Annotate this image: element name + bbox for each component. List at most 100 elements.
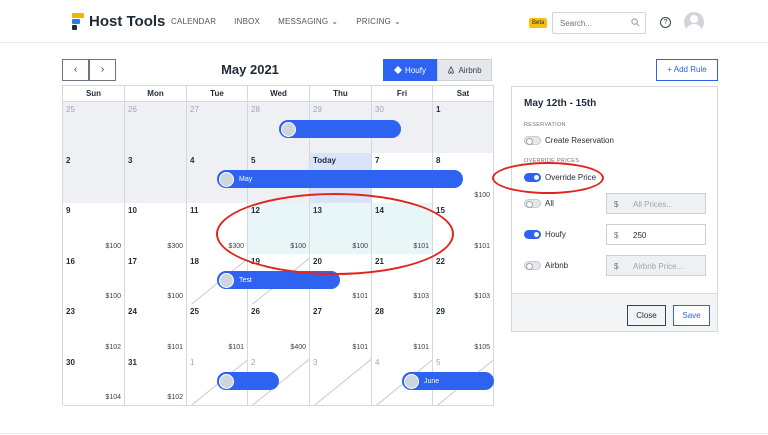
highlight-override-price xyxy=(492,162,604,194)
houfy-toggle[interactable] xyxy=(524,230,541,239)
calendar-day-cell[interactable]: 27 $101 xyxy=(310,304,372,356)
day-number: 9 xyxy=(66,206,71,215)
calendar-day-cell[interactable]: 16 $100 xyxy=(63,253,125,305)
calendar-day-cell[interactable]: 26 xyxy=(125,102,187,154)
all-price-input[interactable]: $ All Prices... xyxy=(606,193,706,214)
calendar-day-cell[interactable]: 9 $100 xyxy=(63,203,125,255)
day-number: 3 xyxy=(313,357,318,367)
calendar-day-cell[interactable]: 25 xyxy=(63,102,125,154)
calendar-day-cell[interactable]: 2 xyxy=(63,152,125,204)
weekday-header: Thu xyxy=(310,86,372,102)
tab-houfy[interactable]: Houfy xyxy=(383,59,437,81)
save-button[interactable]: Save xyxy=(673,305,710,326)
day-number: 31 xyxy=(128,357,137,367)
day-number: 30 xyxy=(375,105,384,114)
reservation-section-label: RESERVATION xyxy=(524,122,566,128)
day-number: 23 xyxy=(66,307,75,316)
reservation-bar[interactable] xyxy=(217,372,279,390)
calendar-day-cell[interactable]: 3 xyxy=(310,354,372,406)
houfy-label: Houfy xyxy=(545,230,566,239)
day-price: $100 xyxy=(474,192,490,199)
all-label: All xyxy=(545,199,554,208)
day-price: $100 xyxy=(105,242,121,250)
day-number: 4 xyxy=(190,155,195,165)
next-month-button[interactable]: › xyxy=(89,59,116,81)
guest-name: Test xyxy=(239,276,252,284)
day-number: 1 xyxy=(190,357,195,367)
help-icon[interactable]: ? xyxy=(660,17,671,28)
airbnb-price-input[interactable]: $ Airbnb Price... xyxy=(606,255,706,276)
create-reservation-toggle[interactable] xyxy=(524,136,541,145)
panel-footer: Close Save xyxy=(512,293,717,331)
day-price: $300 xyxy=(167,242,183,250)
all-toggle[interactable] xyxy=(524,199,541,208)
day-number: 28 xyxy=(251,105,260,114)
calendar-day-cell[interactable]: 28 $101 xyxy=(372,304,433,356)
day-number: 28 xyxy=(375,307,384,316)
guest-name: June xyxy=(424,377,440,385)
calendar-day-cell[interactable]: 22 $103 xyxy=(433,253,494,305)
calendar-day-cell[interactable]: 17 $100 xyxy=(125,253,187,305)
nav-inbox[interactable]: INBOX xyxy=(234,17,260,26)
host-tools-logo[interactable]: Host Tools xyxy=(72,13,165,30)
day-number: 2 xyxy=(66,155,71,165)
calendar-day-cell[interactable]: 27 xyxy=(187,102,248,154)
calendar-day-cell[interactable]: 25 $101 xyxy=(187,304,248,356)
calendar-day-cell[interactable]: 10 $300 xyxy=(125,203,187,255)
add-rule-button[interactable]: + Add Rule xyxy=(656,59,718,81)
houfy-icon xyxy=(394,66,403,74)
day-price: $101 xyxy=(352,293,368,300)
search-input[interactable]: Search... xyxy=(552,12,646,34)
airbnb-label: Airbnb xyxy=(545,261,569,270)
calendar-day-cell[interactable]: 30 $104 xyxy=(63,354,125,406)
calendar-day-cell[interactable]: 23 $102 xyxy=(63,304,125,356)
reservation-bar[interactable] xyxy=(279,120,401,138)
day-number: 29 xyxy=(313,105,322,114)
logo-mark-icon xyxy=(72,13,84,30)
houfy-price-input[interactable]: $250 xyxy=(606,224,706,245)
panel-title: May 12th - 15th xyxy=(524,98,597,109)
reservation-bar[interactable]: May xyxy=(217,170,463,188)
weekday-header: Wed xyxy=(248,86,310,102)
close-button[interactable]: Close xyxy=(627,305,666,326)
weekday-header: Fri xyxy=(372,86,433,102)
day-price: $105 xyxy=(474,343,490,351)
day-number: 27 xyxy=(313,307,322,316)
calendar-day-cell[interactable]: 3 xyxy=(125,152,187,204)
date-settings-panel: May 12th - 15th RESERVATION Create Reser… xyxy=(511,86,718,332)
weekday-header: Mon xyxy=(125,86,187,102)
chevron-down-icon: ⌄ xyxy=(394,17,401,26)
day-number: 26 xyxy=(128,105,137,114)
airbnb-toggle[interactable] xyxy=(524,261,541,270)
guest-avatar xyxy=(219,171,234,187)
day-number: 7 xyxy=(375,155,380,165)
nav-pricing[interactable]: PRICING ⌄ xyxy=(356,17,401,26)
calendar-day-cell[interactable]: 1 xyxy=(433,102,494,154)
day-price: $101 xyxy=(352,343,368,351)
top-bar: Host Tools CALENDAR INBOX MESSAGING ⌄ PRI… xyxy=(0,0,768,43)
day-number: 16 xyxy=(66,256,75,266)
day-number: 4 xyxy=(375,357,380,367)
day-number: 2 xyxy=(251,357,256,367)
nav-messaging[interactable]: MESSAGING ⌄ xyxy=(278,17,338,26)
weekday-header: Tue xyxy=(187,86,248,102)
prev-month-button[interactable]: ‹ xyxy=(62,59,89,81)
day-number: 29 xyxy=(436,307,445,316)
calendar-day-cell[interactable]: 24 $101 xyxy=(125,304,187,356)
calendar-day-cell[interactable]: 31 $102 xyxy=(125,354,187,406)
nav-calendar[interactable]: CALENDAR xyxy=(171,17,216,26)
day-price: $102 xyxy=(167,394,183,401)
beta-badge: Beta xyxy=(529,18,548,28)
day-number: 3 xyxy=(128,155,133,165)
user-avatar[interactable] xyxy=(684,12,704,32)
reservation-bar[interactable]: June xyxy=(402,372,494,390)
tab-airbnb[interactable]: Airbnb xyxy=(437,59,492,81)
guest-avatar xyxy=(219,272,234,288)
day-price: $101 xyxy=(474,242,490,250)
calendar-day-cell[interactable]: 26 $400 xyxy=(248,304,310,356)
month-title: May 2021 xyxy=(221,62,279,77)
day-number: 26 xyxy=(251,307,260,316)
day-number: 8 xyxy=(436,155,441,165)
calendar-day-cell[interactable]: 29 $105 xyxy=(433,304,494,356)
day-price: $400 xyxy=(290,343,306,351)
